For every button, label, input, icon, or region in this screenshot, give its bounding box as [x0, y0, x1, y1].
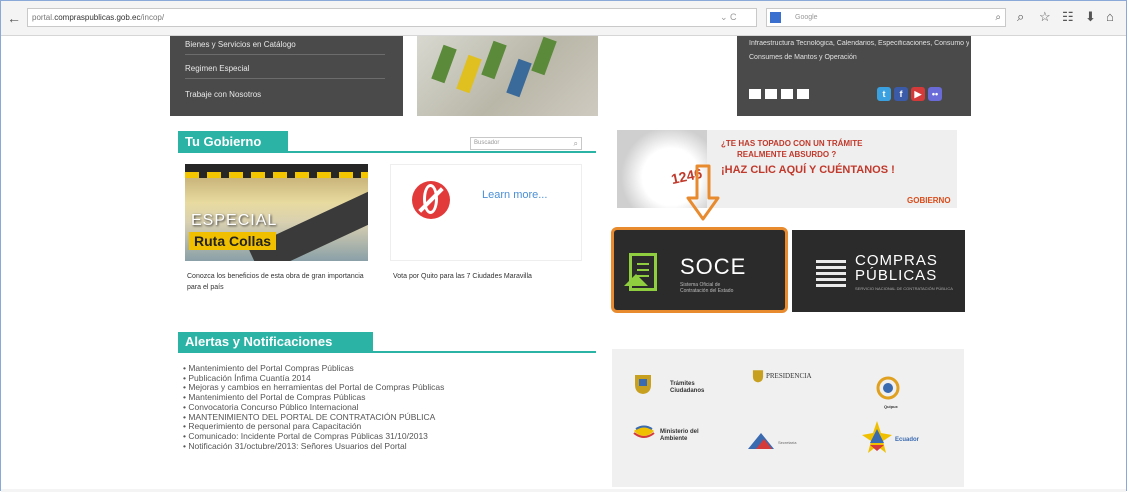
learn-more-link[interactable]: Learn more...: [482, 189, 547, 201]
slide-indicator[interactable]: [797, 89, 809, 99]
soce-subtitle: Sistema Oficial de Contratación del Esta…: [680, 282, 734, 294]
banner-line-1: ¿TE HAS TOPADO CON UN TRÁMITE: [721, 139, 863, 148]
compras-title-2: PÚBLICAS: [855, 267, 938, 284]
compras-subtitle: SERVICIO NACIONAL DE CONTRATACIÓN PÚBLIC…: [855, 286, 953, 291]
quipux-logo-icon: [876, 376, 900, 400]
section-title-tu-gobierno: Tu Gobierno: [178, 131, 288, 152]
bookmarks-icon[interactable]: ☷: [1062, 9, 1074, 25]
address-bar[interactable]: portal.compraspublicas.gob.ec/incop/: [27, 8, 757, 27]
menu-divider: [185, 78, 385, 79]
banner-line-2: REALMENTE ABSURDO ?: [737, 150, 837, 159]
slide-indicator[interactable]: [765, 89, 777, 99]
section-underline: [178, 151, 596, 153]
especial-label: ESPECIAL: [191, 212, 278, 229]
tu-gobierno-search[interactable]: Buscador ⌕: [470, 137, 582, 150]
soce-button[interactable]: SOCE Sistema Oficial de Contratación del…: [611, 227, 788, 313]
gobierno-logo: GOBIERNO: [907, 196, 951, 205]
ministerio-ambiente-logo[interactable]: Ministerio del Ambiente: [660, 429, 700, 443]
learn-more-card[interactable]: Learn more...: [390, 164, 582, 261]
slide-indicator[interactable]: [749, 89, 761, 99]
tramites-ciudadanos-logo[interactable]: Trámites Ciudadanos: [670, 381, 710, 395]
menu-item-catalogo[interactable]: Bienes y Servicios en Catálogo: [185, 40, 296, 49]
header-right-panel: Infraestructura Tecnológica, Calendarios…: [737, 36, 971, 116]
card-caption[interactable]: Conozca los beneficios de esta obra de g…: [187, 271, 371, 293]
ruta-collas-label: Ruta Collas: [189, 232, 277, 250]
search-placeholder: Buscador: [474, 140, 500, 146]
url-prefix: portal.: [32, 13, 55, 22]
search-bar[interactable]: Google ⌕: [766, 8, 1006, 27]
url-domain: compraspublicas.gob.ec: [54, 13, 141, 22]
browser-toolbar: ← portal.compraspublicas.gob.ec/incop/ ⌄…: [1, 1, 1126, 36]
download-icon[interactable]: ⬇: [1085, 9, 1096, 25]
home-icon[interactable]: ⌂: [1106, 9, 1114, 25]
search-engine-icon[interactable]: [770, 12, 781, 23]
secretaria-logo[interactable]: Secretaría: [778, 439, 796, 446]
alerts-list: • Mantenimiento del Portal Compras Públi…: [183, 363, 444, 452]
no-entry-icon: [412, 181, 450, 219]
banner-line-3: ¡HAZ CLIC AQUÍ Y CUÉNTANOS !: [721, 164, 895, 176]
compras-logo-icon: [816, 257, 846, 287]
search-placeholder: Google: [795, 14, 818, 21]
secretaria-logo-icon: [748, 433, 774, 449]
flickr-icon[interactable]: ••: [928, 87, 942, 101]
card-caption[interactable]: Vota por Quito para las 7 Ciudades Marav…: [393, 271, 577, 282]
facebook-icon[interactable]: f: [894, 87, 908, 101]
list-item[interactable]: • Notificación 31/octubre/2013: Señores …: [183, 441, 444, 452]
header-photo: [417, 36, 598, 116]
down-arrow-icon: [686, 164, 720, 221]
menu-divider: [185, 54, 385, 55]
menu-item-trabaje[interactable]: Trabaje con Nosotros: [185, 90, 261, 99]
section-title-alertas: Alertas y Notificaciones: [178, 332, 373, 352]
slide-indicator[interactable]: [781, 89, 793, 99]
ministerio-flag-icon: [633, 425, 655, 438]
caution-stripe: [185, 172, 368, 178]
section-underline: [178, 351, 596, 353]
partner-logos-panel: Trámites Ciudadanos PRESIDENCIA Quipux M…: [612, 349, 964, 487]
url-path: /incop/: [140, 13, 165, 22]
ecuador-logo[interactable]: Ecuador: [895, 437, 919, 444]
status-bar: [1, 489, 1126, 492]
compras-publicas-button[interactable]: COMPRAS PÚBLICAS SERVICIO NACIONAL DE CO…: [792, 230, 965, 312]
menu-item-regimen[interactable]: Regimen Especial: [185, 64, 249, 73]
star-icon[interactable]: ☆: [1039, 9, 1051, 25]
tramite-absurdo-banner[interactable]: 1246 ¿TE HAS TOPADO CON UN TRÁMITE REALM…: [617, 130, 957, 208]
header-menu: Bienes y Servicios en Catálogo Regimen E…: [170, 36, 403, 116]
house-icon: [624, 274, 648, 286]
ruta-collas-image[interactable]: ESPECIAL Ruta Collas: [185, 164, 368, 261]
reload-icon[interactable]: ⌄ C: [720, 8, 737, 27]
presidencia-logo[interactable]: PRESIDENCIA: [766, 373, 812, 380]
search-icon[interactable]: ⌕: [574, 138, 578, 149]
back-arrow-icon[interactable]: ←: [7, 10, 21, 26]
header-right-text-2: Consumes de Mantos y Operación: [749, 54, 857, 61]
ecuador-shield-icon: [635, 375, 651, 394]
twitter-icon[interactable]: t: [877, 87, 891, 101]
ecuador-star-icon: [862, 421, 892, 453]
soce-title: SOCE: [680, 254, 747, 279]
youtube-icon[interactable]: ▶: [911, 87, 925, 101]
presidencia-shield-icon: [752, 370, 764, 383]
header-right-text: Infraestructura Tecnológica, Calendarios…: [749, 40, 969, 47]
search-go-icon[interactable]: ⌕: [995, 9, 1001, 26]
quipux-logo[interactable]: Quipux: [884, 403, 898, 410]
magnifier-icon[interactable]: ⌕: [1017, 9, 1024, 25]
